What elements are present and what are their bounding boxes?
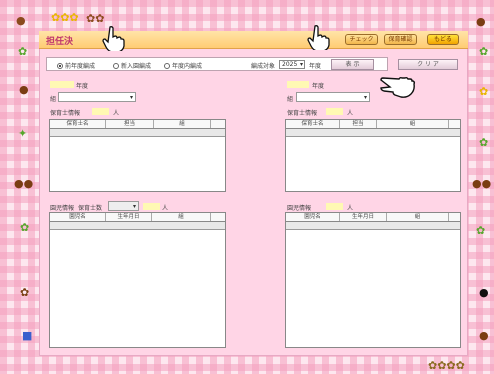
bears-group-decoration-icon: ●●: [472, 177, 492, 190]
radio-label: 年度内編成: [172, 63, 203, 70]
crow-decoration-icon: ●: [479, 286, 489, 299]
frog-decoration-icon: ✿: [20, 221, 30, 234]
frog-decoration-icon: ✿: [18, 45, 28, 58]
table-row[interactable]: [286, 222, 460, 230]
right-year-value-box: [287, 81, 309, 88]
left-teachers-table[interactable]: 保育士名 担当 組: [49, 119, 226, 192]
column-header: 組: [377, 120, 449, 128]
radio-previous-year[interactable]: 前年度編成: [57, 61, 95, 70]
report-button[interactable]: 保育確認: [384, 34, 417, 45]
right-children-label: 園児情報: [287, 205, 312, 212]
column-header: 保育士名: [50, 120, 106, 128]
right-teachers-count-box: [326, 108, 343, 115]
column-header: 生年月日: [340, 213, 387, 221]
radio-label: 前年度編成: [65, 63, 96, 70]
right-children-count-box: [326, 203, 343, 210]
right-year-suffix: 年度: [312, 83, 325, 90]
target-year-select[interactable]: 2025: [279, 60, 305, 69]
right-children-table[interactable]: 園児名 生年月日 組: [285, 212, 461, 348]
bear-decoration-icon: ●: [16, 14, 26, 27]
bear-decoration-icon: ✿✿: [86, 12, 105, 25]
left-teachers-label: 保育士情報: [50, 110, 81, 117]
bear-decoration-icon: ●: [479, 329, 489, 342]
radio-label: 新入園編成: [121, 63, 152, 70]
radio-new-enrollment[interactable]: 新入園編成: [113, 61, 151, 70]
left-class-select[interactable]: [58, 92, 136, 102]
animals-bottom-decoration-icon: ✿✿✿✿: [428, 359, 465, 372]
right-class-select[interactable]: [296, 92, 370, 102]
column-header: 園児名: [50, 213, 106, 221]
right-children-unit: 人: [347, 205, 354, 212]
table-header: 保育士名 担当 組: [286, 120, 460, 129]
column-header: 生年月日: [106, 213, 152, 221]
radio-dot: [57, 62, 63, 69]
radio-dot: [113, 62, 119, 69]
column-header: 担当: [340, 120, 377, 128]
left-year-suffix: 年度: [76, 83, 89, 90]
book-decoration-icon: ■: [22, 329, 33, 342]
column-header: 組: [387, 213, 449, 221]
column-header: 保育士名: [286, 120, 340, 128]
target-year-suffix: 年度: [309, 63, 322, 70]
left-teachers-unit: 人: [113, 110, 120, 117]
right-teachers-unit: 人: [347, 110, 354, 117]
left-children-unit: 人: [162, 205, 169, 212]
check-button[interactable]: チェック: [345, 34, 378, 45]
left-children-label: 園児情報: [50, 205, 75, 212]
left-teacher-count-select[interactable]: [108, 201, 139, 211]
window-title: 担任決: [46, 37, 74, 47]
column-header: 組: [154, 120, 211, 128]
target-year-label: 編成対象: [251, 63, 276, 70]
chick-decoration-icon: ✿✿✿: [51, 11, 79, 24]
left-teachers-count-box: [92, 108, 109, 115]
left-teacher-count-label: 保育士数: [78, 205, 103, 212]
pointer-hand-icon: [380, 76, 416, 98]
left-year-value-box: [50, 81, 74, 88]
bear-decoration-icon: ✿: [20, 286, 30, 299]
bear-decoration-icon: ●: [19, 83, 29, 96]
display-button[interactable]: 表 示: [331, 59, 374, 70]
table-row[interactable]: [286, 129, 460, 137]
left-children-count-box: [143, 203, 160, 210]
column-header: 担当: [106, 120, 154, 128]
column-header: 園児名: [286, 213, 340, 221]
table-header: 園児名 生年月日 組: [286, 213, 460, 222]
pointer-hand-icon: [307, 25, 330, 50]
target-year-value: 2025: [282, 61, 298, 68]
chick-decoration-icon: ✿: [479, 85, 489, 98]
bear-decoration-icon: ●: [476, 15, 486, 28]
back-button[interactable]: もどる: [427, 34, 459, 45]
table-header: 保育士名 担当 組: [50, 120, 225, 129]
bears-group-decoration-icon: ●●: [14, 177, 34, 190]
frog-decoration-icon: ✦: [18, 127, 28, 140]
right-teachers-label: 保育士情報: [287, 110, 318, 117]
column-header: 組: [152, 213, 211, 221]
left-children-table[interactable]: 園児名 生年月日 組: [49, 212, 226, 348]
table-header: 園児名 生年月日 組: [50, 213, 225, 222]
table-row[interactable]: [50, 129, 225, 137]
frog-decoration-icon: ✿: [479, 136, 489, 149]
left-class-label: 組: [50, 96, 57, 103]
pointer-hand-icon: [102, 26, 125, 51]
radio-within-year[interactable]: 年度内編成: [164, 61, 202, 70]
frog-decoration-icon: ✿: [476, 224, 486, 237]
clear-button[interactable]: ク リ ア: [398, 59, 458, 70]
frog-decoration-icon: ✿: [479, 45, 489, 58]
right-class-label: 組: [287, 96, 294, 103]
table-row[interactable]: [50, 222, 225, 230]
radio-dot: [164, 62, 170, 69]
right-teachers-table[interactable]: 保育士名 担当 組: [285, 119, 461, 192]
